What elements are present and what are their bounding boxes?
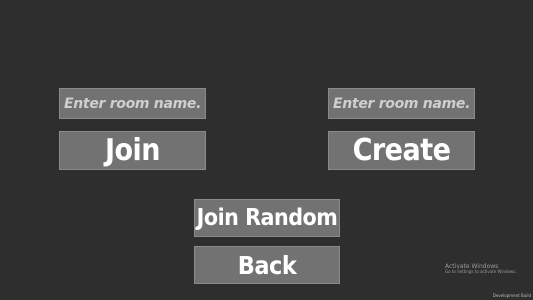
watermark-subtitle: Go to Settings to activate Windows. xyxy=(445,269,517,275)
room-name-input-join[interactable] xyxy=(59,88,206,119)
development-build-label: Development Build xyxy=(492,293,531,298)
join-random-button[interactable]: Join Random xyxy=(194,199,340,237)
activate-windows-watermark: Activate Windows Go to Settings to activ… xyxy=(445,263,517,275)
create-button[interactable]: Create xyxy=(328,131,475,170)
join-button[interactable]: Join xyxy=(59,131,206,170)
back-button[interactable]: Back xyxy=(194,246,340,284)
room-name-input-create[interactable] xyxy=(328,88,475,119)
